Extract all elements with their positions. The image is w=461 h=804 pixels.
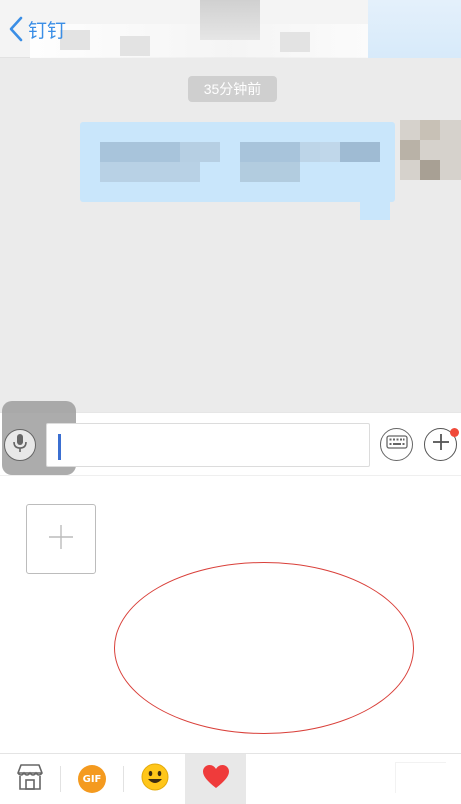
blurred-text xyxy=(180,142,220,162)
gif-icon: GIF xyxy=(78,765,106,793)
keyboard-button[interactable] xyxy=(380,428,413,461)
blurred-tile xyxy=(120,36,150,56)
sticker-panel xyxy=(0,476,461,753)
red-annotation-ellipse xyxy=(114,562,414,734)
blurred-avatar-pixel xyxy=(420,120,440,140)
plus-circle-icon xyxy=(431,432,451,457)
blurred-avatar-pixel xyxy=(400,140,420,160)
add-custom-sticker-button[interactable] xyxy=(26,504,96,574)
microphone-icon xyxy=(11,433,29,458)
blurred-avatar-pixel xyxy=(420,160,440,180)
blurred-text xyxy=(320,142,340,162)
back-button[interactable]: 钉钉 xyxy=(8,14,66,44)
heart-icon xyxy=(202,764,230,795)
message-input[interactable] xyxy=(46,423,370,467)
tab-favorites[interactable] xyxy=(185,754,246,804)
message-list[interactable]: 35分钟前 xyxy=(0,58,461,412)
sticker-tab-bar: GIF xyxy=(0,753,461,804)
blurred-header-action[interactable] xyxy=(368,0,461,58)
chevron-left-icon xyxy=(8,15,24,43)
input-toolbar xyxy=(0,401,461,476)
voice-button[interactable] xyxy=(4,429,36,461)
smiley-icon xyxy=(140,762,170,797)
blurred-text xyxy=(240,142,300,162)
blurred-tile xyxy=(280,32,310,52)
tab-sticker-store[interactable] xyxy=(0,754,60,804)
store-icon xyxy=(15,763,45,796)
bubble-tail-blurred xyxy=(360,202,390,220)
tab-emoji[interactable] xyxy=(124,754,185,804)
gif-label: GIF xyxy=(82,773,102,785)
blurred-text xyxy=(240,162,300,182)
blurred-contact-avatar xyxy=(200,0,260,40)
nav-header: 钉钉 xyxy=(0,0,461,58)
back-label: 钉钉 xyxy=(28,20,67,42)
plus-icon xyxy=(47,523,75,556)
tab-gif[interactable]: GIF xyxy=(61,754,123,804)
message-timestamp: 35分钟前 xyxy=(188,76,277,102)
text-caret xyxy=(58,434,61,460)
message-bubble-blurred[interactable] xyxy=(80,122,395,202)
blurred-text xyxy=(100,162,200,182)
faint-watermark xyxy=(395,762,446,793)
sender-avatar[interactable] xyxy=(400,120,461,180)
blurred-text xyxy=(340,142,380,162)
keyboard-icon xyxy=(385,435,408,454)
notification-badge-dot xyxy=(450,428,459,437)
